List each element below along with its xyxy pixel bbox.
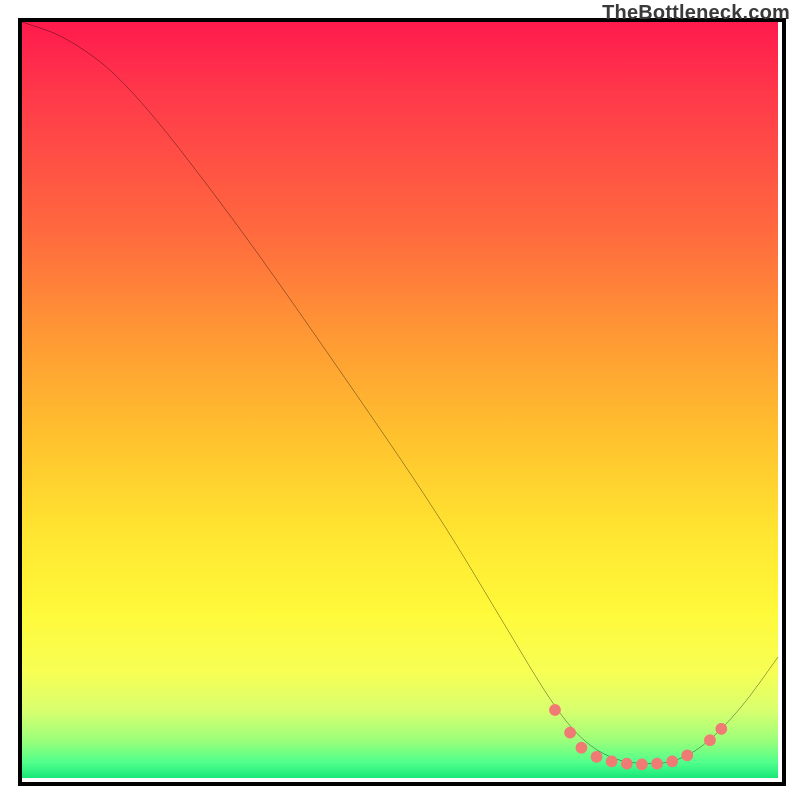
chart-svg — [22, 22, 778, 778]
curve-marker — [682, 750, 693, 761]
curve-marker — [705, 735, 716, 746]
curve-marker — [652, 758, 663, 769]
chart-container: TheBottleneck.com — [0, 0, 800, 800]
curve-marker — [606, 756, 617, 767]
curve-marker — [576, 742, 587, 753]
bottleneck-curve — [22, 22, 778, 764]
curve-markers — [550, 705, 727, 770]
curve-marker — [637, 759, 648, 770]
curve-marker — [550, 705, 561, 716]
curve-marker — [565, 727, 576, 738]
watermark-text: TheBottleneck.com — [602, 2, 790, 25]
curve-marker — [591, 752, 602, 763]
curve-marker — [716, 724, 727, 735]
curve-marker — [667, 756, 678, 767]
curve-marker — [622, 758, 633, 769]
